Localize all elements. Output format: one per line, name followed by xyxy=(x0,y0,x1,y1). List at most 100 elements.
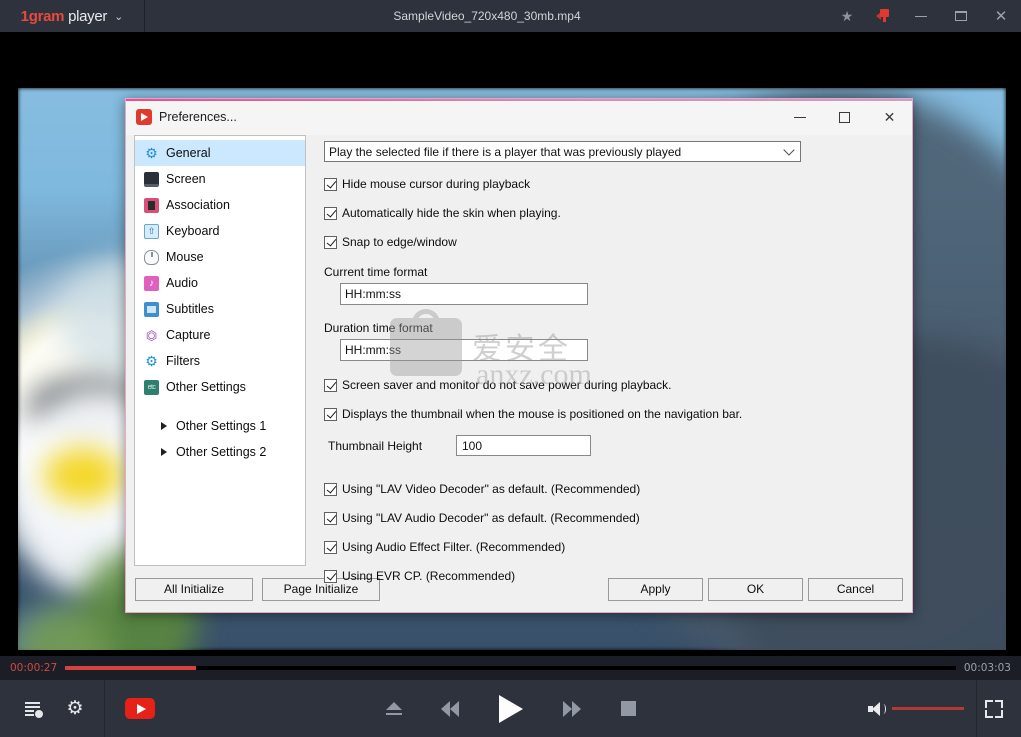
favorite-button[interactable]: ★ xyxy=(829,0,865,32)
rewind-button[interactable] xyxy=(441,701,459,717)
sidebar-item-subtitles[interactable]: Subtitles xyxy=(135,296,305,322)
seek-bar[interactable]: 00:00:27 00:03:03 xyxy=(0,656,1021,680)
settings-button[interactable]: ⚙ xyxy=(54,680,96,737)
left-controls: ⚙ xyxy=(0,680,155,737)
pin-button[interactable] xyxy=(865,0,901,32)
checkbox-icon[interactable] xyxy=(324,236,337,249)
rewind-icon xyxy=(441,701,450,717)
seek-track[interactable] xyxy=(65,666,956,670)
chevron-down-icon[interactable] xyxy=(783,144,794,155)
maximize-button[interactable] xyxy=(941,0,981,32)
checkbox-label: Using "LAV Video Decoder" as default. (R… xyxy=(342,482,640,496)
audio-icon: ♪ xyxy=(144,276,159,291)
logo-text-gram: ram xyxy=(38,8,65,25)
checkbox-icon[interactable] xyxy=(324,379,337,392)
sidebar-item-other-settings-1[interactable]: Other Settings 1 xyxy=(135,413,305,439)
checkbox-label: Screen saver and monitor do not save pow… xyxy=(342,378,672,392)
checkbox-icon[interactable] xyxy=(324,570,337,583)
sidebar-item-keyboard[interactable]: ⇧ Keyboard xyxy=(135,218,305,244)
general-settings-pane: Play the selected file if there is a pla… xyxy=(306,135,904,566)
maximize-icon xyxy=(955,11,967,21)
checkbox-label: Automatically hide the skin when playing… xyxy=(342,206,561,220)
playlist-button[interactable] xyxy=(12,680,54,737)
settings-tree[interactable]: ⚙ General Screen Association ⇧ Keyboard xyxy=(134,135,306,566)
checkbox-icon[interactable] xyxy=(324,408,337,421)
sidebar-label: Screen xyxy=(166,172,206,186)
mouse-icon xyxy=(144,250,159,265)
sidebar-item-mouse[interactable]: Mouse xyxy=(135,244,305,270)
close-button[interactable]: ✕ xyxy=(981,0,1021,32)
chevron-right-icon[interactable] xyxy=(161,422,167,430)
dialog-window-buttons: ✕ xyxy=(777,99,912,135)
control-bar: ⚙ xyxy=(0,680,1021,737)
checkbox-snap-to-edge[interactable]: Snap to edge/window xyxy=(324,235,904,249)
fullscreen-button[interactable] xyxy=(985,700,1003,718)
checkbox-display-thumbnail[interactable]: Displays the thumbnail when the mouse is… xyxy=(324,407,904,421)
checkbox-label: Using Audio Effect Filter. (Recommended) xyxy=(342,540,565,554)
checkbox-lav-audio-decoder[interactable]: Using "LAV Audio Decoder" as default. (R… xyxy=(324,511,904,525)
startup-mode-select[interactable]: Play the selected file if there is a pla… xyxy=(324,141,801,162)
chevron-right-icon[interactable] xyxy=(161,448,167,456)
checkbox-audio-effect-filter[interactable]: Using Audio Effect Filter. (Recommended) xyxy=(324,540,904,554)
maximize-icon xyxy=(839,112,850,123)
dialog-body: ⚙ General Screen Association ⇧ Keyboard xyxy=(126,135,912,566)
other-icon: etc xyxy=(144,380,159,395)
checkbox-icon[interactable] xyxy=(324,512,337,525)
association-icon xyxy=(144,198,159,213)
app-logo[interactable]: 1gram player ⌄ xyxy=(0,0,145,32)
checkbox-screen-saver[interactable]: Screen saver and monitor do not save pow… xyxy=(324,378,904,392)
checkbox-auto-hide-skin[interactable]: Automatically hide the skin when playing… xyxy=(324,206,904,220)
duration-time-format-input[interactable]: HH:mm:ss xyxy=(340,339,588,361)
right-controls xyxy=(856,680,1021,737)
transport-controls xyxy=(386,695,636,723)
volume-slider[interactable] xyxy=(892,707,964,710)
checkbox-icon[interactable] xyxy=(324,483,337,496)
sidebar-item-screen[interactable]: Screen xyxy=(135,166,305,192)
forward-button[interactable] xyxy=(563,701,581,717)
sidebar-item-other-settings-2[interactable]: Other Settings 2 xyxy=(135,439,305,465)
volume-button[interactable] xyxy=(868,701,886,717)
current-time-format-value: HH:mm:ss xyxy=(345,287,401,301)
eject-button[interactable] xyxy=(386,702,402,716)
play-button[interactable] xyxy=(499,695,523,723)
checkbox-evr-cp[interactable]: Using EVR CP. (Recommended) xyxy=(324,569,904,583)
dialog-minimize-button[interactable] xyxy=(777,99,822,135)
checkbox-lav-video-decoder[interactable]: Using "LAV Video Decoder" as default. (R… xyxy=(324,482,904,496)
sidebar-item-filters[interactable]: ⚙ Filters xyxy=(135,348,305,374)
preferences-dialog: Preferences... ✕ ⚙ General xyxy=(125,98,913,613)
checkbox-hide-mouse-cursor[interactable]: Hide mouse cursor during playback xyxy=(324,177,904,191)
titlebar-buttons: ★ ✕ xyxy=(829,0,1021,32)
dialog-titlebar: Preferences... ✕ xyxy=(126,99,912,135)
player-window: 1gram player ⌄ SampleVideo_720x480_30mb.… xyxy=(0,0,1021,737)
all-initialize-button[interactable]: All Initialize xyxy=(135,578,253,601)
thumbnail-height-label: Thumbnail Height xyxy=(328,439,456,453)
checkbox-icon[interactable] xyxy=(324,178,337,191)
filters-icon: ⚙ xyxy=(144,354,159,369)
stop-button[interactable] xyxy=(621,701,636,716)
chevron-down-icon[interactable]: ⌄ xyxy=(114,10,123,23)
current-time-format-input[interactable]: HH:mm:ss xyxy=(340,283,588,305)
checkbox-icon[interactable] xyxy=(324,541,337,554)
checkbox-label: Displays the thumbnail when the mouse is… xyxy=(342,407,742,421)
sidebar-item-other-settings[interactable]: etc Other Settings xyxy=(135,374,305,400)
thumbnail-height-input[interactable]: 100 xyxy=(456,435,591,456)
checkbox-icon[interactable] xyxy=(324,207,337,220)
sidebar-item-audio[interactable]: ♪ Audio xyxy=(135,270,305,296)
dialog-maximize-button[interactable] xyxy=(822,99,867,135)
sidebar-item-general[interactable]: ⚙ General xyxy=(135,140,305,166)
sidebar-label: Subtitles xyxy=(166,302,214,316)
playlist-icon xyxy=(25,701,42,717)
checkbox-label: Using EVR CP. (Recommended) xyxy=(342,569,515,583)
sidebar-label: Audio xyxy=(166,276,198,290)
youtube-button[interactable] xyxy=(125,698,155,719)
eject-icon xyxy=(386,702,402,710)
sidebar-sub-label: Other Settings 2 xyxy=(176,445,266,459)
thumbnail-height-row: Thumbnail Height 100 xyxy=(328,435,904,456)
dialog-close-button[interactable]: ✕ xyxy=(867,99,912,135)
minimize-button[interactable] xyxy=(901,0,941,32)
sidebar-label: Association xyxy=(166,198,230,212)
youtube-icon xyxy=(137,704,146,714)
checkbox-label: Snap to edge/window xyxy=(342,235,457,249)
sidebar-item-capture[interactable]: ⏣ Capture xyxy=(135,322,305,348)
sidebar-item-association[interactable]: Association xyxy=(135,192,305,218)
